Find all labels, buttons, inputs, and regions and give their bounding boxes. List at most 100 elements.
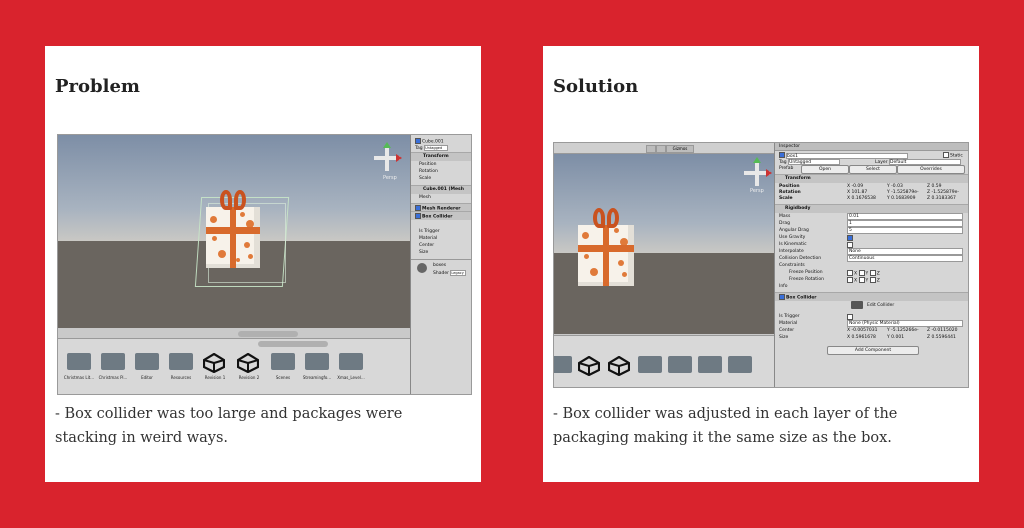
prefab-label: Prefab [779,166,794,171]
folder-icon[interactable] [101,353,125,370]
scale-label: Scale [419,176,432,181]
unity-scene-icon[interactable] [607,355,631,377]
size-x[interactable]: X 0.5961678 [847,335,876,340]
rotation-x[interactable]: X 101.87 [847,190,867,195]
freeze-pos-z[interactable] [869,270,876,276]
toolbar-button[interactable] [656,145,666,153]
folder-icon[interactable] [271,353,295,370]
use-gravity-checkbox[interactable] [847,235,853,241]
box-collider-checkbox[interactable] [415,213,421,219]
box-collider-checkbox[interactable] [779,294,785,300]
center-x[interactable]: X -0.0057031 [847,328,877,333]
rigidbody-header[interactable]: Rigidbody [775,204,968,213]
scene-view[interactable]: Persp [58,135,410,328]
center-y[interactable]: Y -5.125266e- [887,328,919,333]
is-trigger-label: Is Trigger [779,314,800,319]
inspector-tab[interactable]: Inspector [775,143,968,151]
freeze-pos-x[interactable] [847,270,853,276]
prefab-overrides-button[interactable]: Overrides [897,165,965,174]
mesh-filter-title: Cube.001 (Mesh [423,187,464,192]
inspector-title: Inspector [779,144,800,149]
folder-icon[interactable] [698,356,722,373]
angular-drag-label: Angular Drag [779,228,809,233]
center-label: Center [779,328,795,333]
rotation-label: Rotation [779,190,801,195]
unity-scene-icon[interactable] [577,355,601,377]
folder-icon[interactable] [554,356,572,373]
active-checkbox[interactable] [779,152,785,158]
mesh-filter-header[interactable]: Cube.001 (Mesh [411,185,471,194]
freeze-rot-y[interactable] [858,277,865,283]
scale-x[interactable]: X 0.1676538 [847,196,876,201]
position-label: Position [419,162,437,167]
position-y[interactable]: Y -0.03 [887,184,903,189]
folder-icon[interactable] [135,353,159,370]
problem-card: Problem Persp Cube.001 Tag Untagged Tran… [45,46,481,482]
info-foldout[interactable]: Info [779,284,788,289]
project-h-scrollbar[interactable] [258,341,328,347]
prefab-open-button[interactable]: Open [801,165,849,174]
folder-icon[interactable] [668,356,692,373]
shader-dropdown[interactable]: Legacy [450,270,467,276]
unity-scene-icon[interactable] [236,352,260,374]
tag-value: Untagged [425,146,443,150]
box-collider-header[interactable]: Box Collider [775,292,968,301]
unity-scene-icon[interactable] [202,352,226,374]
scale-z[interactable]: Z 0.3183367 [927,196,956,201]
transform-header[interactable]: Transform [411,152,471,161]
persp-label: Persp [383,175,397,181]
toolbar-button[interactable] [646,145,656,153]
solution-caption: - Box collider was adjusted in each laye… [553,406,898,446]
solution-card: Solution Gizmos Persp Inspector box1 Sta… [543,46,979,482]
mass-label: Mass [779,214,791,219]
folder-label: Revision 2 [238,375,260,380]
transform-title: Transform [785,176,811,181]
folder-icon[interactable] [169,353,193,370]
scene-view[interactable]: Persp [554,154,774,334]
center-z[interactable]: Z -0.0115020 [927,328,957,333]
folder-icon[interactable] [67,353,91,370]
project-panel: Christmas Lit... Christmas Pi... Editor Res… [58,338,410,394]
freeze-rot-x[interactable] [847,277,853,283]
scene-gizmo-icon[interactable] [744,157,772,186]
object-name-field[interactable]: box1 [786,152,908,159]
folder-label: Christmas Pi... [98,375,128,380]
scene-h-scrollbar[interactable] [238,331,298,337]
material-field[interactable]: None (Physic Material) [847,320,963,327]
static-label: Static [950,153,963,159]
mass-field[interactable]: 0.01 [847,213,963,220]
collision-detection-dropdown[interactable]: Continuous [847,255,963,262]
size-y[interactable]: Y 0.001 [887,335,904,340]
freeze-rot-z[interactable] [869,277,876,283]
transform-header[interactable]: Transform [775,174,968,183]
scene-gizmo-icon[interactable] [374,142,402,171]
active-checkbox[interactable] [415,138,421,144]
rotation-z[interactable]: Z -1.525879e- [927,190,959,195]
interpolate-dropdown[interactable]: None [847,248,963,255]
edit-collider-button-icon[interactable] [851,301,863,309]
static-checkbox[interactable] [943,152,949,158]
position-x[interactable]: X -0.09 [847,184,863,189]
folder-icon[interactable] [728,356,752,373]
is-kinematic-label: Is Kinematic [779,242,807,247]
constraints-foldout[interactable]: Constraints [779,263,805,268]
position-z[interactable]: Z 0.59 [927,184,942,189]
drag-field[interactable]: 1 [847,220,963,227]
shader-label: Shader [433,271,449,276]
folder-label: Streamingfo... [302,375,332,380]
folder-label: Christmas Lit... [63,375,95,380]
add-component-button[interactable]: Add Component [827,346,919,355]
tag-dropdown[interactable]: Untagged [424,145,449,151]
scale-y[interactable]: Y 0.1683909 [887,196,916,201]
freeze-pos-y[interactable] [858,270,865,276]
size-z[interactable]: Z 0.5596441 [927,335,956,340]
box-collider-header[interactable]: Box Collider [411,211,471,220]
folder-icon[interactable] [638,356,662,373]
folder-icon[interactable] [339,353,363,370]
folder-icon[interactable] [305,353,329,370]
angular-drag-field[interactable]: 5 [847,227,963,234]
prefab-select-button[interactable]: Select [849,165,897,174]
rotation-y[interactable]: Y -1.525879e- [887,190,919,195]
size-label: Size [779,335,789,340]
gizmos-dropdown[interactable]: Gizmos [666,145,694,153]
